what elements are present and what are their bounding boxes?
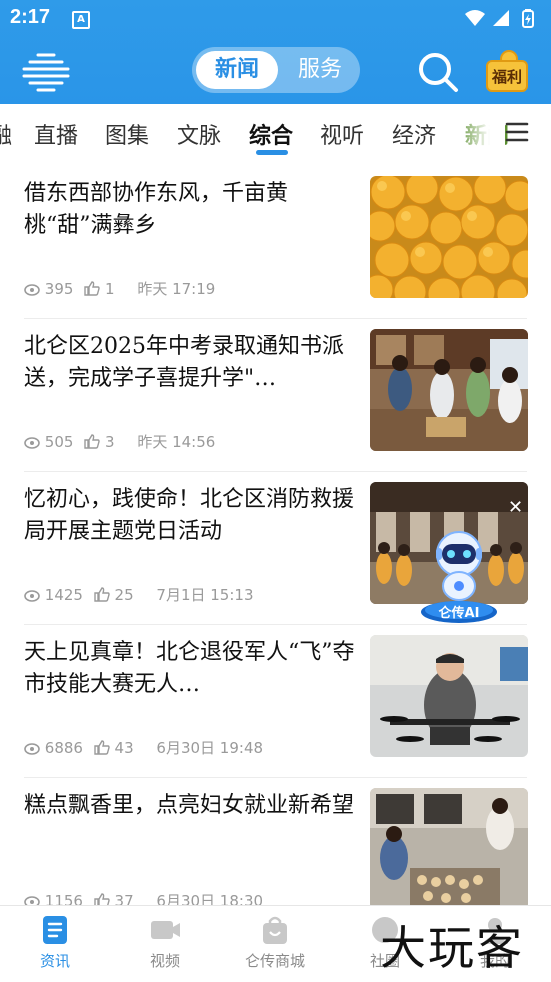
tab-audiovisual[interactable]: 视听: [320, 118, 364, 150]
tab-general[interactable]: 综合: [249, 118, 293, 150]
nav-label: 视频: [149, 952, 180, 970]
news-thumbnail-peaches[interactable]: [370, 176, 528, 298]
wifi-signal-battery-icon: [465, 9, 534, 28]
like-count: 25: [114, 586, 134, 604]
news-item[interactable]: 借东西部协作东风，千亩黄桃“甜”满彝乡 395 1 昨天 17:19: [0, 166, 551, 319]
status-bar: 2:17 A: [0, 0, 551, 36]
thumbs-up-icon[interactable]: [94, 587, 110, 602]
news-meta: 505 3 昨天 14:56: [24, 431, 221, 452]
eye-icon: [24, 437, 40, 449]
publish-time: 7月1日 15:13: [156, 586, 254, 604]
nav-news[interactable]: 资讯: [5, 914, 105, 971]
news-title[interactable]: 北仑区2025年中考录取通知书派送，完成学子喜提升学"…: [24, 331, 358, 395]
eye-icon: [24, 590, 40, 602]
news-meta: 1425 25 7月1日 15:13: [24, 584, 260, 605]
news-meta: 6886 43 6月30日 19:48: [24, 737, 269, 758]
news-item[interactable]: 天上见真章！北仑退役军人“飞”夺市技能大赛无人… 6886 43 6月30日 1…: [0, 625, 551, 778]
publish-time: 昨天 14:56: [137, 433, 216, 451]
thumbs-up-icon[interactable]: [84, 281, 100, 296]
tab-fade: [455, 108, 505, 158]
sim-indicator: A: [72, 11, 90, 29]
news-title[interactable]: 借东西部协作东风，千亩黄桃“甜”满彝乡: [24, 178, 358, 242]
tab-culture[interactable]: 文脉: [177, 118, 221, 150]
publish-time: 6月30日 19:48: [156, 739, 264, 757]
eye-icon: [24, 284, 40, 296]
publish-time: 昨天 17:19: [137, 280, 216, 298]
thumbs-up-icon[interactable]: [94, 740, 110, 755]
news-title[interactable]: 天上见真章！北仑退役军人“飞”夺市技能大赛无人…: [24, 637, 358, 701]
app-logo[interactable]: [20, 50, 72, 92]
app-header: 2:17 A 新闻 服务 福利: [0, 0, 551, 104]
view-count: 395: [44, 280, 74, 298]
thumbs-up-icon[interactable]: [84, 434, 100, 449]
news-meta: 395 1 昨天 17:19: [24, 278, 221, 299]
news-service-toggle[interactable]: 新闻 服务: [192, 47, 360, 93]
nav-mall[interactable]: 仑传商城: [225, 914, 325, 971]
toggle-news[interactable]: 新闻: [196, 51, 278, 89]
status-time: 2:17: [10, 6, 51, 28]
view-count: 1425: [44, 586, 83, 604]
news-title[interactable]: 忆初心，践使命！北仑区消防救援局开展主题党日活动: [24, 484, 358, 548]
welfare-label: 福利: [491, 68, 522, 86]
nav-video[interactable]: 视频: [115, 914, 215, 971]
active-tab-indicator: [256, 150, 288, 155]
tab-rong[interactable]: 融: [0, 118, 12, 150]
watermark-text: 大玩客: [380, 921, 524, 975]
system-icons: [463, 8, 541, 32]
tab-gallery[interactable]: 图集: [105, 118, 149, 150]
like-count: 3: [104, 433, 115, 451]
video-icon: [149, 914, 181, 946]
like-count: 1: [104, 280, 115, 298]
news-title[interactable]: 糕点飘香里，点亮妇女就业新希望: [24, 790, 358, 822]
welfare-button[interactable]: 福利: [480, 46, 530, 94]
nav-label: 仑传商城: [244, 952, 305, 970]
nav-label: 资讯: [39, 952, 70, 970]
eye-icon: [24, 743, 40, 755]
menu-icon[interactable]: [505, 120, 529, 144]
toggle-service[interactable]: 服务: [284, 51, 356, 89]
tab-economy[interactable]: 经济: [392, 118, 436, 150]
news-icon: [39, 914, 71, 946]
close-icon[interactable]: ✕: [508, 497, 523, 518]
search-icon[interactable]: [416, 50, 460, 94]
tab-live[interactable]: 直播: [34, 118, 78, 150]
news-thumbnail-drone-repair[interactable]: [370, 635, 528, 757]
news-thumbnail-pastry[interactable]: [370, 788, 528, 910]
ai-assistant-label: 仑传AI: [438, 606, 480, 621]
ai-assistant-float[interactable]: 仑传AI: [418, 528, 500, 624]
like-count: 43: [114, 739, 134, 757]
shopping-bag-icon: [259, 914, 291, 946]
view-count: 505: [44, 433, 74, 451]
news-item[interactable]: 北仑区2025年中考录取通知书派送，完成学子喜提升学"… 505 3 昨天 14…: [0, 319, 551, 472]
news-thumbnail-students[interactable]: [370, 329, 528, 451]
view-count: 6886: [44, 739, 83, 757]
